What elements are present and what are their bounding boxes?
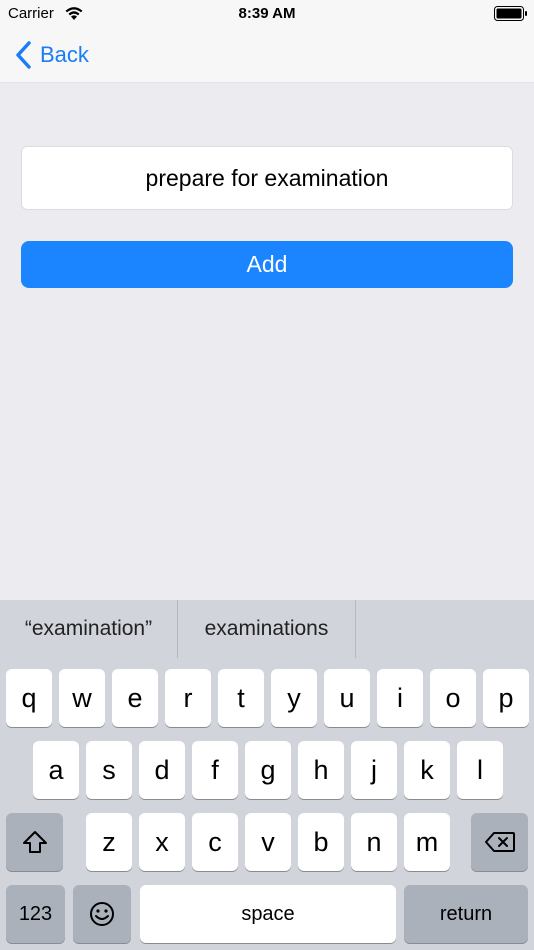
key-s[interactable]: s bbox=[86, 741, 132, 799]
return-key[interactable]: return bbox=[404, 885, 528, 943]
space-key[interactable]: space bbox=[140, 885, 396, 943]
add-button[interactable]: Add bbox=[21, 241, 513, 288]
key-p[interactable]: p bbox=[483, 669, 529, 727]
key-x[interactable]: x bbox=[139, 813, 185, 871]
key-o[interactable]: o bbox=[430, 669, 476, 727]
key-d[interactable]: d bbox=[139, 741, 185, 799]
clock: 8:39 AM bbox=[238, 5, 296, 22]
key-n[interactable]: n bbox=[351, 813, 397, 871]
key-t[interactable]: t bbox=[218, 669, 264, 727]
key-u[interactable]: u bbox=[324, 669, 370, 727]
key-i[interactable]: i bbox=[377, 669, 423, 727]
key-q[interactable]: q bbox=[6, 669, 52, 727]
key-f[interactable]: f bbox=[192, 741, 238, 799]
key-a[interactable]: a bbox=[33, 741, 79, 799]
key-l[interactable]: l bbox=[457, 741, 503, 799]
suggestion-item[interactable] bbox=[356, 600, 534, 658]
key-e[interactable]: e bbox=[112, 669, 158, 727]
key-v[interactable]: v bbox=[245, 813, 291, 871]
key-c[interactable]: c bbox=[192, 813, 238, 871]
shift-key[interactable] bbox=[6, 813, 63, 871]
emoji-icon bbox=[90, 902, 114, 926]
status-bar: Carrier 8:39 AM bbox=[0, 0, 534, 28]
back-label: Back bbox=[40, 42, 89, 67]
key-z[interactable]: z bbox=[86, 813, 132, 871]
key-m[interactable]: m bbox=[404, 813, 450, 871]
shift-icon bbox=[22, 831, 47, 853]
key-y[interactable]: y bbox=[271, 669, 317, 727]
key-r[interactable]: r bbox=[165, 669, 211, 727]
backspace-icon bbox=[484, 832, 515, 852]
navigation-bar: Back bbox=[0, 28, 534, 83]
suggestion-item[interactable]: examinations bbox=[178, 600, 356, 658]
suggestion-bar: “examination” examinations bbox=[0, 600, 534, 658]
key-g[interactable]: g bbox=[245, 741, 291, 799]
key-h[interactable]: h bbox=[298, 741, 344, 799]
back-button[interactable]: Back bbox=[14, 40, 89, 70]
delete-key[interactable] bbox=[471, 813, 528, 871]
task-input[interactable] bbox=[21, 146, 513, 210]
key-j[interactable]: j bbox=[351, 741, 397, 799]
chevron-left-icon bbox=[16, 41, 31, 69]
suggestion-item[interactable]: “examination” bbox=[0, 600, 178, 658]
battery-icon bbox=[494, 6, 527, 21]
keyboard: “examination” examinations q w e r t y u… bbox=[0, 600, 534, 950]
key-k[interactable]: k bbox=[404, 741, 450, 799]
key-w[interactable]: w bbox=[59, 669, 105, 727]
emoji-key[interactable] bbox=[73, 885, 131, 943]
numbers-key[interactable]: 123 bbox=[6, 885, 65, 943]
key-b[interactable]: b bbox=[298, 813, 344, 871]
